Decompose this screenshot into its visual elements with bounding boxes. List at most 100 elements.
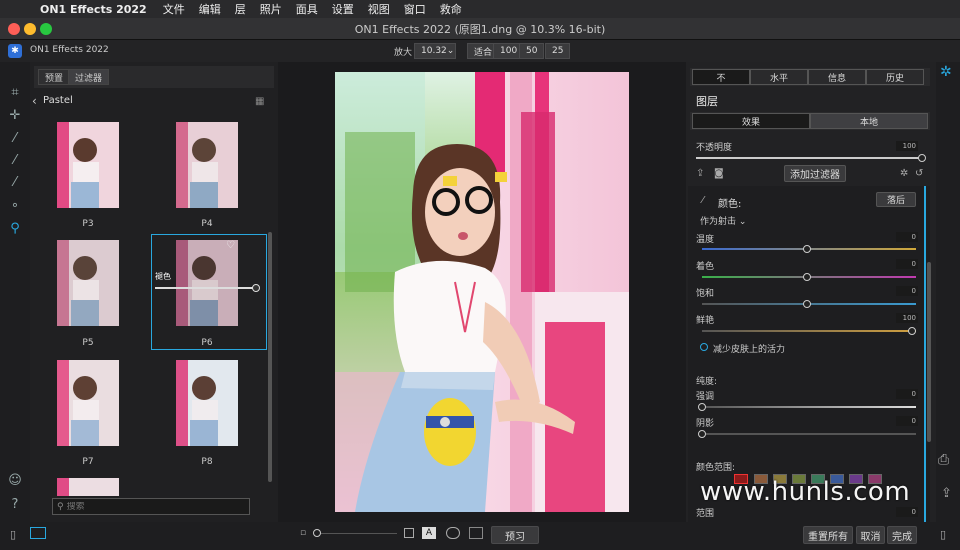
tab-filters[interactable]: 过滤器 [68,69,110,85]
menu-file[interactable]: 文件 [163,1,185,17]
minimize-window-button[interactable] [24,23,36,35]
zoom-50-button[interactable]: 50 [519,43,545,59]
preset-thumb-next[interactable] [57,478,119,496]
filter-title: 颜色: [718,199,742,210]
preset-thumb-p5[interactable] [57,240,119,326]
shadow-value[interactable]: 0 [896,416,918,426]
search-input[interactable] [66,501,237,512]
saturation-slider-knob[interactable] [803,300,811,308]
tab-presets[interactable]: 预置 [38,69,71,85]
tint-slider-knob[interactable] [803,273,811,281]
menu-edit[interactable]: 编辑 [199,1,221,17]
preset-thumb-p7[interactable] [57,360,119,446]
main-photo[interactable] [335,72,629,512]
emphasis-slider-track[interactable] [702,406,916,408]
browser-tab-bar: 预置 过滤器 [34,66,274,88]
zoom-slider-knob[interactable] [313,529,321,537]
help-icon[interactable]: ? [7,496,23,512]
shadow-slider-knob[interactable] [698,430,706,438]
menu-photo[interactable]: 照片 [260,1,282,17]
tab-local[interactable]: 本地 [810,113,928,129]
settings-gear-icon[interactable]: ✲ [900,168,908,179]
menu-settings[interactable]: 设置 [332,1,354,17]
menu-view[interactable]: 视图 [368,1,390,17]
vibrance-slider-knob[interactable] [908,327,916,335]
cancel-button[interactable]: 取消 [856,526,885,544]
search-effects-icon[interactable]: ⚲ [7,220,23,236]
search-field[interactable]: ⚲ [52,498,250,515]
shadow-slider-track[interactable] [702,433,916,435]
menu-app-name[interactable]: ON1 Effects 2022 [40,3,147,16]
zoom-select[interactable]: 10.32 ⌄ [414,43,456,59]
bottom-bar: ▯ ▫ A 预习 重置所有 取消 完成 ▯ [0,522,960,550]
menu-help[interactable]: 救命 [440,1,462,17]
mask-export-icon[interactable]: ⇪ [696,168,704,179]
mask-view-icon[interactable] [446,527,460,539]
tab-levels[interactable]: 水平 [750,69,808,85]
fade-slider-track[interactable] [155,287,255,289]
fade-slider-knob[interactable] [252,284,260,292]
preset-thumb-p4[interactable] [176,122,238,208]
eyedropper-icon[interactable]: ⁄ [702,195,704,206]
zoom-window-button[interactable] [40,23,52,35]
crop-icon[interactable]: ⌗ [7,84,23,100]
opacity-slider-track[interactable] [696,157,922,159]
brush-icon[interactable]: ⁄ [7,130,23,146]
menu-window[interactable]: 窗口 [404,1,426,17]
browser-scrollbar[interactable] [268,232,272,482]
auto-icon[interactable]: A [422,527,436,539]
back-chevron-icon[interactable]: ‹ [32,94,37,108]
apply-mode-dropdown[interactable]: 作为射击 ⌄ [700,214,746,227]
temperature-value[interactable]: 0 [896,232,918,242]
menu-layer[interactable]: 层 [235,1,246,17]
tab-layers[interactable]: 不 [692,69,750,85]
toggle-browser-icon[interactable] [30,527,46,539]
zoom-in-icon[interactable] [404,528,414,538]
tint-value[interactable]: 0 [896,259,918,269]
emphasis-value[interactable]: 0 [896,389,918,399]
close-window-button[interactable] [8,23,20,35]
preset-thumb-p3[interactable] [57,122,119,208]
reset-all-button[interactable]: 重置所有 [803,526,853,544]
compare-icon[interactable] [469,527,483,539]
toggle-right-panel-icon[interactable]: ▯ [940,528,946,541]
zoom-25-button[interactable]: 25 [545,43,571,59]
opacity-slider-knob[interactable] [918,154,926,162]
vibrance-slider-track[interactable] [702,330,916,332]
share-icon[interactable]: ⇪ [941,486,952,501]
print-icon[interactable]: ⎙ [938,452,949,468]
saturation-value[interactable]: 0 [896,286,918,296]
preset-label-p7: P7 [82,457,94,467]
zoom-label: 放大 [394,48,413,58]
temperature-slider-knob[interactable] [803,245,811,253]
panel-scrollbar[interactable] [927,262,931,442]
add-filter-button[interactable]: 添加过滤器 [784,165,846,182]
preset-thumb-p8[interactable] [176,360,238,446]
masking-brush-icon[interactable]: ⁄ [7,152,23,168]
retouch-icon[interactable]: ∘ [7,197,23,213]
mask-icon[interactable]: ◙ [714,168,724,179]
toggle-left-panel-icon[interactable]: ▯ [10,528,16,541]
filter-preset-button[interactable]: 落后 [876,192,916,207]
tab-history[interactable]: 历史 [866,69,924,85]
reset-icon[interactable]: ↺ [915,168,923,179]
grid-view-icon[interactable]: ▦ [255,96,264,107]
range-value[interactable]: 0 [896,507,918,517]
tab-info[interactable]: 信息 [808,69,866,85]
effects-gear-icon[interactable]: ✲ [940,64,952,80]
move-icon[interactable]: ✛ [7,107,23,123]
preview-button[interactable]: 预习 [491,526,539,544]
tab-effects[interactable]: 效果 [692,113,810,129]
user-icon[interactable]: ☺ [7,472,23,488]
vibrance-value[interactable]: 100 [896,313,918,323]
reduce-vibrance-skin-checkbox[interactable] [700,343,708,351]
gradient-mask-icon[interactable]: ⁄ [7,174,23,190]
opacity-value[interactable]: 100 [896,141,918,151]
favorite-heart-icon[interactable]: ♡ [226,240,235,251]
zoom-out-icon[interactable]: ▫ [300,528,306,538]
menu-mask[interactable]: 面具 [296,1,318,17]
emphasis-slider-knob[interactable] [698,403,706,411]
zoom-slider-track[interactable] [321,533,397,534]
preset-thumb-p6[interactable] [176,240,238,326]
done-button[interactable]: 完成 [887,526,917,544]
